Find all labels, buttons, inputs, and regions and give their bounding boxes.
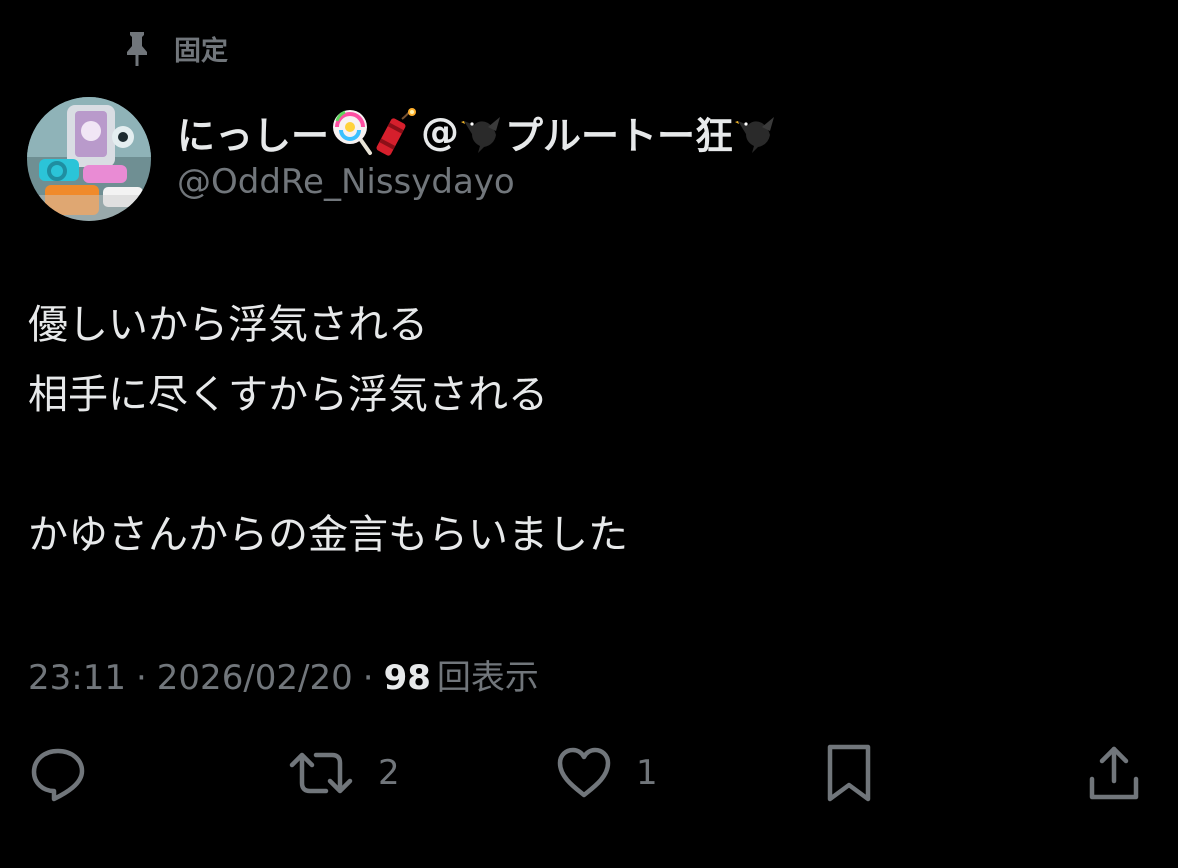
views-label[interactable]: 回表示: [437, 650, 539, 699]
blackbird-emoji: [460, 107, 504, 157]
tweet-line: かゆさんからの金言もらいました: [28, 512, 628, 558]
avatar-image: [27, 97, 151, 221]
pinned-indicator: 固定: [120, 28, 228, 68]
retweet-icon: [289, 752, 353, 794]
reply-icon: [31, 748, 85, 802]
bookmark-button[interactable]: [822, 738, 876, 808]
pin-icon: [120, 28, 154, 68]
tweet-date[interactable]: 2026/02/20: [157, 658, 353, 698]
meta-separator: ·: [135, 658, 147, 698]
action-bar: 2 1: [0, 738, 1178, 808]
share-icon: [1089, 746, 1139, 800]
like-count: 1: [636, 753, 658, 793]
heart-icon: [557, 747, 611, 798]
views-count[interactable]: 98: [384, 658, 431, 698]
bookmark-icon: [827, 744, 871, 802]
retweet-count: 2: [378, 753, 400, 793]
tweet-time[interactable]: 23:11: [28, 658, 126, 698]
avatar[interactable]: [27, 97, 151, 221]
reply-button[interactable]: [28, 738, 88, 808]
lollipop-emoji: [330, 107, 374, 157]
tweet-line: 優しいから浮気される: [28, 302, 428, 348]
like-button[interactable]: 1: [554, 738, 658, 808]
display-name[interactable]: にっしー @ プルートー狂: [177, 104, 779, 160]
retweet-button[interactable]: 2: [286, 738, 400, 808]
author-block[interactable]: にっしー @ プルートー狂 @OddRe_Nissydayo: [177, 104, 779, 202]
display-name-part-1: にっしー: [177, 113, 330, 158]
pinned-label: 固定: [174, 35, 228, 67]
display-name-part-2: @: [421, 110, 460, 154]
blackbird-emoji: [734, 107, 778, 157]
meta-separator: ·: [362, 658, 374, 698]
share-button[interactable]: [1084, 738, 1144, 808]
tweet-text: 優しいから浮気される 相手に尽くすから浮気される かゆさんからの金言もらいました: [28, 290, 628, 570]
firecracker-emoji: [376, 107, 420, 157]
tweet-line: 相手に尽くすから浮気される: [28, 372, 548, 418]
user-handle[interactable]: @OddRe_Nissydayo: [177, 162, 779, 202]
tweet-meta: 23:11 · 2026/02/20 · 98 回表示: [28, 650, 539, 699]
display-name-part-3: プルートー狂: [505, 113, 734, 158]
